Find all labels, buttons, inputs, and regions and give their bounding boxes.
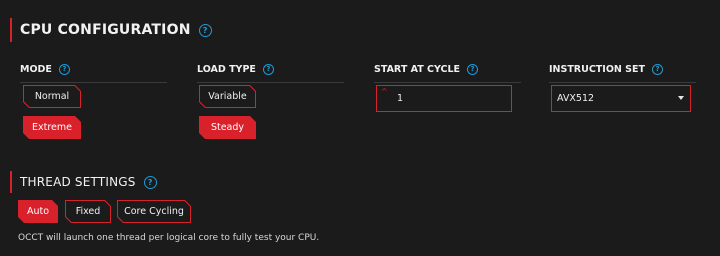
instruction-set-value: AVX512 xyxy=(557,93,595,104)
divider xyxy=(197,82,344,83)
mode-extreme-button[interactable]: Extreme xyxy=(23,116,81,139)
start-cycle-input[interactable]: ^ 1 xyxy=(376,85,512,112)
help-icon[interactable]: ? xyxy=(467,63,479,75)
section-title: CPU CONFIGURATION xyxy=(20,22,191,38)
help-icon[interactable]: ? xyxy=(143,175,157,189)
thread-auto-button[interactable]: Auto xyxy=(18,200,58,223)
help-icon[interactable]: ? xyxy=(58,63,70,75)
help-icon[interactable]: ? xyxy=(198,23,212,37)
thread-settings-description: OCCT will launch one thread per logical … xyxy=(18,233,320,243)
divider xyxy=(20,82,167,83)
instruction-set-label-row: INSTRUCTION SET ? xyxy=(549,63,696,75)
instruction-set-column: INSTRUCTION SET ? xyxy=(549,63,696,83)
caret-up-icon[interactable]: ^ xyxy=(381,87,388,96)
cpu-configuration-header: CPU CONFIGURATION ? xyxy=(10,18,212,42)
instruction-set-label: INSTRUCTION SET xyxy=(549,63,645,75)
load-type-column: LOAD TYPE ? xyxy=(197,63,344,83)
mode-normal-button[interactable]: Normal xyxy=(23,85,81,108)
load-type-variable-button[interactable]: Variable xyxy=(199,85,256,108)
section-accent-bar xyxy=(10,18,12,42)
load-type-steady-button[interactable]: Steady xyxy=(199,116,256,139)
start-cycle-column: START AT CYCLE ? xyxy=(374,63,521,83)
start-cycle-value: 1 xyxy=(397,93,404,104)
divider xyxy=(549,82,696,83)
thread-settings-header: THREAD SETTINGS ? xyxy=(10,171,157,193)
mode-label-row: MODE ? xyxy=(20,63,167,75)
start-cycle-label-row: START AT CYCLE ? xyxy=(374,63,521,75)
help-icon[interactable]: ? xyxy=(262,63,274,75)
thread-core-cycling-button[interactable]: Core Cycling xyxy=(117,200,191,223)
divider xyxy=(374,82,521,83)
section-accent-bar xyxy=(10,171,12,193)
mode-column: MODE ? xyxy=(20,63,167,83)
chevron-down-icon xyxy=(678,96,684,100)
instruction-set-select[interactable]: AVX512 xyxy=(551,85,691,112)
load-type-label-row: LOAD TYPE ? xyxy=(197,63,344,75)
section-title: THREAD SETTINGS xyxy=(20,175,136,189)
thread-fixed-button[interactable]: Fixed xyxy=(65,200,111,223)
load-type-label: LOAD TYPE xyxy=(197,63,256,75)
mode-label: MODE xyxy=(20,63,52,75)
help-icon[interactable]: ? xyxy=(651,63,663,75)
start-cycle-label: START AT CYCLE xyxy=(374,63,461,75)
